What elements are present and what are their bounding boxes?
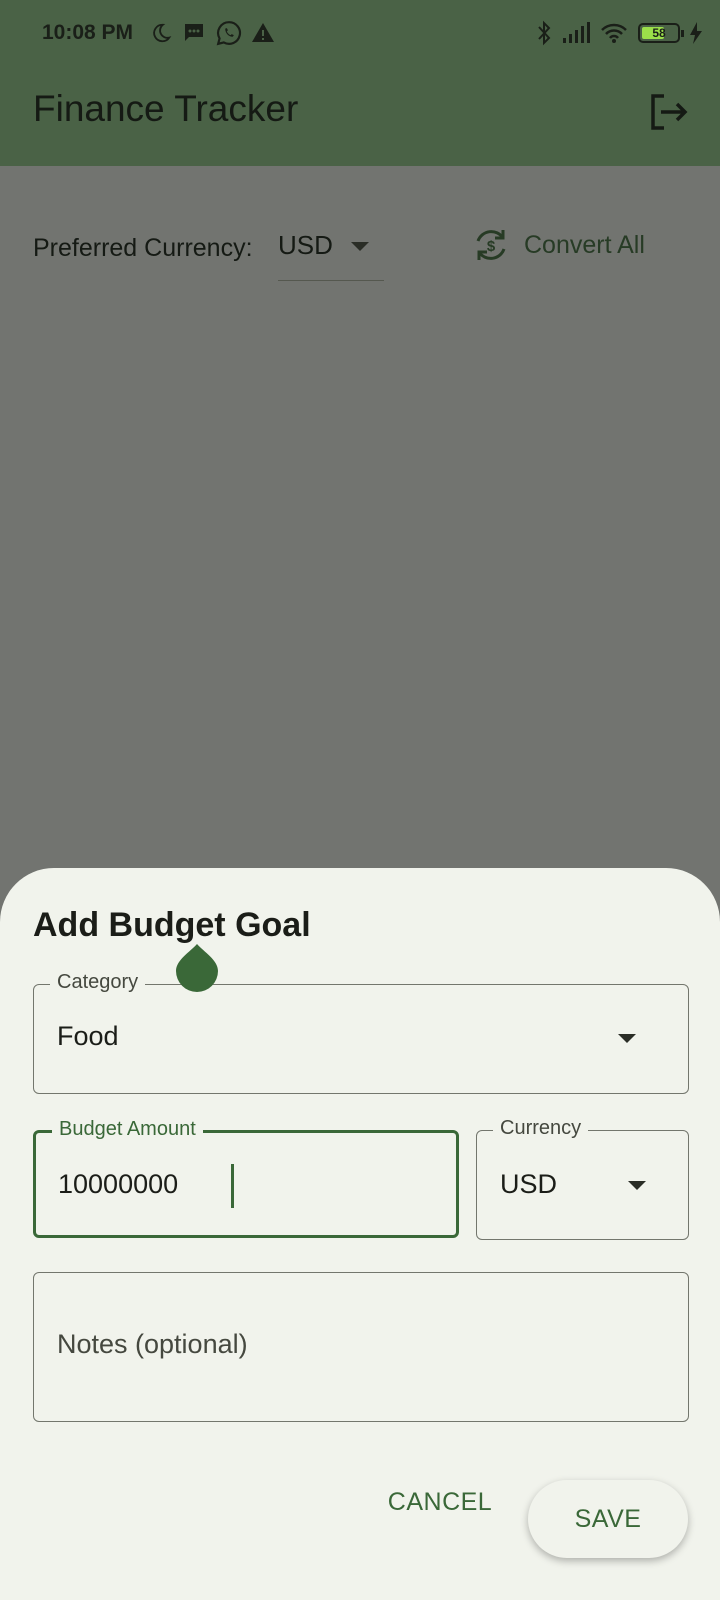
signal-icon: [563, 22, 590, 43]
convert-all-button[interactable]: $ Convert All: [472, 220, 645, 270]
status-notification-icons: [150, 20, 275, 46]
chevron-down-icon: [618, 1034, 636, 1043]
save-button[interactable]: SAVE: [528, 1480, 688, 1558]
preferred-currency-label: Preferred Currency:: [33, 234, 253, 262]
budget-amount-input[interactable]: Budget Amount 10000000: [33, 1118, 459, 1238]
status-bar: 10:08 PM 58: [0, 0, 720, 70]
currency-dropdown[interactable]: Currency USD: [476, 1117, 689, 1240]
logout-icon: [651, 94, 688, 130]
save-label: SAVE: [574, 1505, 642, 1533]
battery-level: 58: [652, 26, 666, 40]
status-system-icons: 58: [536, 20, 702, 46]
budget-amount-label: Budget Amount: [52, 1118, 203, 1141]
category-dropdown[interactable]: Category Food: [33, 971, 689, 1094]
category-value: Food: [57, 1021, 119, 1051]
currency-exchange-icon: $: [476, 230, 506, 260]
whatsapp-icon: [216, 21, 241, 46]
add-budget-goal-sheet: Add Budget Goal Category Food Budget Amo…: [0, 868, 720, 1600]
budget-amount-value: 10000000: [58, 1169, 179, 1199]
category-label: Category: [50, 971, 146, 994]
charging-icon: [690, 22, 702, 44]
svg-text:$: $: [487, 238, 496, 255]
text-cursor: [231, 1164, 234, 1208]
currency-value: USD: [500, 1169, 558, 1199]
warning-icon: [252, 23, 274, 42]
wifi-icon: [601, 23, 627, 43]
moon-icon: [153, 23, 172, 43]
currency-label: Currency: [493, 1117, 589, 1140]
app-title: Finance Tracker: [33, 88, 299, 129]
notes-input[interactable]: Notes (optional): [33, 1272, 689, 1422]
logout-button[interactable]: [644, 88, 692, 136]
app-bar: Finance Tracker: [0, 70, 720, 166]
convert-all-label: Convert All: [524, 230, 645, 259]
message-icon: [185, 24, 203, 41]
cancel-label: CANCEL: [387, 1488, 493, 1516]
notes-placeholder: Notes (optional): [57, 1329, 248, 1359]
cursor-handle-icon[interactable]: [174, 942, 220, 992]
status-time: 10:08 PM: [42, 21, 134, 44]
preferred-currency-value: USD: [278, 230, 333, 260]
chevron-down-icon: [628, 1181, 646, 1190]
chevron-down-icon: [351, 242, 369, 251]
bluetooth-icon: [538, 20, 551, 46]
cancel-button[interactable]: CANCEL: [380, 1472, 500, 1532]
preferred-currency-dropdown[interactable]: USD: [278, 222, 384, 281]
sheet-title: Add Budget Goal: [33, 906, 311, 944]
battery-icon: 58: [638, 23, 684, 43]
main-content: Preferred Currency: USD $ Convert All: [0, 166, 720, 866]
